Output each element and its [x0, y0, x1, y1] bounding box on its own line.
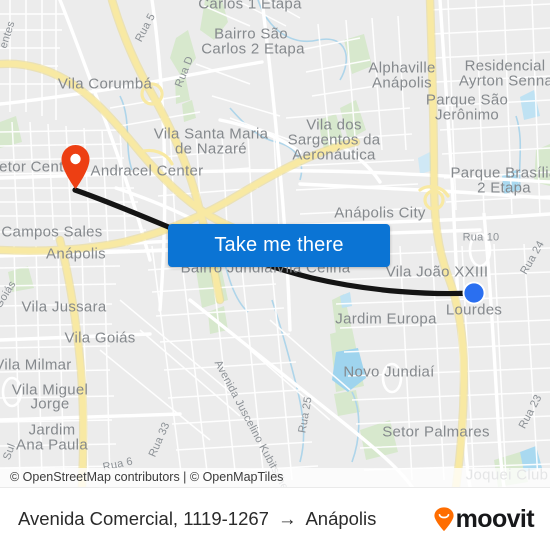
origin-map-marker[interactable]	[60, 144, 91, 190]
moovit-logo[interactable]: moovit	[433, 504, 535, 533]
arrow-right-icon: →	[277, 508, 297, 529]
trip-bottom-bar: Avenida Comercial, 1119-1267 → Anápolis …	[0, 487, 550, 550]
destination-map-marker[interactable]	[462, 281, 486, 305]
trip-origin-text: Avenida Comercial, 1119-1267	[18, 508, 269, 529]
map-canvas[interactable]: Carlos 1 Etapa Bairro São Carlos 2 Etapa Al…	[0, 0, 550, 487]
moovit-trip-map-screen: Carlos 1 Etapa Bairro São Carlos 2 Etapa Al…	[0, 0, 550, 550]
moovit-pin-icon	[433, 506, 455, 532]
trip-summary: Avenida Comercial, 1119-1267 → Anápolis	[18, 508, 433, 530]
take-me-there-button[interactable]: Take me there	[168, 224, 390, 267]
trip-destination-text: Anápolis	[305, 508, 377, 529]
moovit-wordmark: moovit	[455, 504, 535, 533]
map-attribution[interactable]: © OpenStreetMap contributors | © OpenMap…	[0, 468, 550, 487]
